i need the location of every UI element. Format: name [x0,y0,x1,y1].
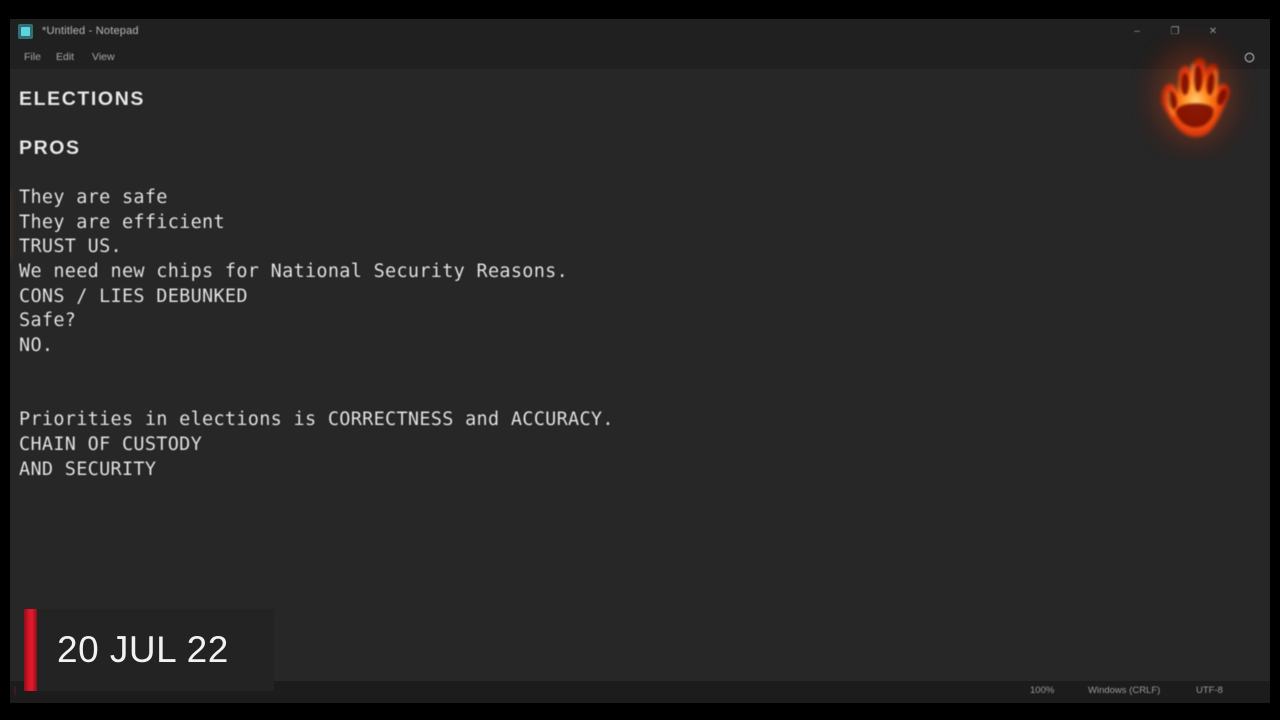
letterbox-bottom [0,703,1280,720]
document-line: NO. [19,335,54,357]
menu-item-edit[interactable]: Edit [50,48,80,66]
letterbox-top [0,0,1280,19]
minimize-button[interactable]: – [1118,19,1156,45]
document-line: Priorities in elections is CORRECTNESS a… [19,409,614,431]
maximize-button[interactable]: ❐ [1156,19,1194,45]
caret-indicator: | [14,685,17,695]
window-title: *Untitled - Notepad [42,25,139,37]
notepad-icon [18,24,33,39]
document-line: They are safe [19,186,168,208]
gear-icon[interactable] [1243,51,1256,64]
letterbox-left [0,0,10,720]
title-bar[interactable]: *Untitled - Notepad – ❐ ✕ [10,19,1270,45]
document-line: We need new chips for National Security … [19,260,569,282]
document-line: CHAIN OF CUSTODY [19,433,203,455]
close-button[interactable]: ✕ [1194,19,1232,45]
date-stamp-accent-bar [24,609,37,691]
menu-item-view[interactable]: View [86,48,121,66]
document-line: Safe? [19,310,77,332]
menu-bar: File Edit View [10,45,1270,69]
status-line-ending[interactable]: Windows (CRLF) [1088,685,1160,696]
date-stamp-text: 20 JUL 22 [57,629,229,670]
date-stamp-overlay: 20 JUL 22 [24,609,274,691]
document-line: PROS [19,137,81,160]
document-line: AND SECURITY [19,458,157,480]
status-encoding[interactable]: UTF-8 [1196,685,1223,696]
document-line: CONS / LIES DEBUNKED [19,285,248,307]
text-editor-area[interactable]: ELECTIONS PROS They are safe They are eff… [10,69,1270,681]
status-zoom-level[interactable]: 100% [1030,685,1054,696]
video-frame: *Untitled - Notepad – ❐ ✕ File Edit View… [0,0,1280,720]
document-text[interactable]: ELECTIONS PROS They are safe They are eff… [19,87,1249,482]
letterbox-right [1270,0,1280,720]
menu-item-file[interactable]: File [18,48,47,66]
document-line: TRUST US. [19,236,122,258]
document-line: ELECTIONS [19,88,145,110]
notepad-window: *Untitled - Notepad – ❐ ✕ File Edit View… [10,19,1270,703]
document-line: They are efficient [19,211,225,233]
